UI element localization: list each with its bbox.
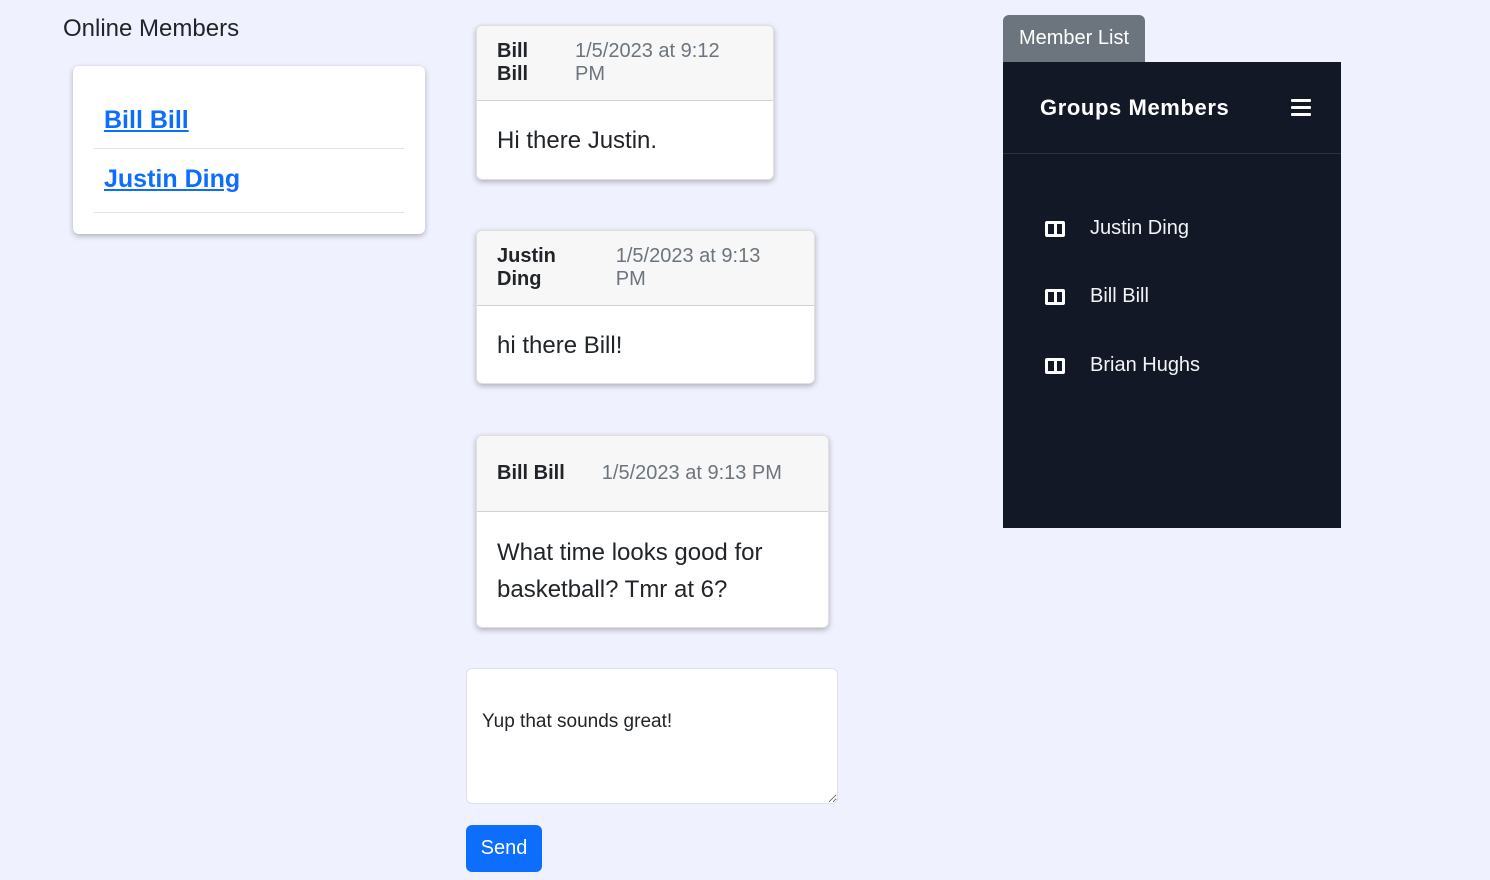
message-input[interactable]: Yup that sounds great! (466, 668, 838, 804)
message-text: What time looks good for basketball? Tmr… (497, 539, 763, 603)
message-author: Bill Bill (497, 40, 529, 85)
message-author: Justin Ding (497, 245, 556, 290)
message-header: Bill Bill 1/5/2023 at 9:12 PM (477, 26, 773, 101)
groups-members-header: Groups Members (1003, 62, 1341, 154)
send-button[interactable]: Send (466, 825, 542, 872)
message-text: Hi there Justin. (497, 127, 658, 154)
message-author: Bill Bill (497, 462, 565, 484)
message-card: Justin Ding 1/5/2023 at 9:13 PM hi there… (476, 230, 815, 384)
message-timestamp: 1/5/2023 at 9:13 PM (615, 245, 761, 290)
message-timestamp: 1/5/2023 at 9:12 PM (575, 40, 720, 85)
groups-members-panel: Groups Members Justin Ding Bill Bill Bri… (1003, 62, 1341, 528)
columns-icon (1045, 357, 1065, 374)
online-member-link-justin-ding[interactable]: Justin Ding (94, 149, 404, 213)
message-timestamp: 1/5/2023 at 9:13 PM (601, 462, 782, 484)
online-members-card: Bill Bill Justin Ding (73, 66, 425, 234)
sidebar-member-label: Bill Bill (1090, 285, 1149, 307)
sidebar-member-brian-hughs[interactable]: Brian Hughs (1045, 354, 1200, 377)
hamburger-menu-icon[interactable] (1291, 98, 1311, 117)
online-member-link-bill-bill[interactable]: Bill Bill (94, 86, 404, 149)
message-card: Bill Bill 1/5/2023 at 9:12 PM Hi there J… (476, 25, 774, 180)
sidebar-member-justin-ding[interactable]: Justin Ding (1045, 217, 1189, 240)
message-header: Bill Bill 1/5/2023 at 9:13 PM (477, 436, 828, 512)
sidebar-member-label: Justin Ding (1090, 217, 1189, 239)
member-list-toggle-button[interactable]: Member List (1003, 15, 1145, 62)
groups-members-title: Groups Members (1040, 94, 1230, 120)
sidebar-member-label: Brian Hughs (1090, 354, 1201, 376)
message-header: Justin Ding 1/5/2023 at 9:13 PM (477, 231, 814, 306)
columns-icon (1045, 220, 1065, 237)
message-text: hi there Bill! (497, 332, 623, 359)
columns-icon (1045, 288, 1065, 305)
online-members-title: Online Members (63, 15, 240, 42)
sidebar-member-bill-bill[interactable]: Bill Bill (1045, 285, 1149, 308)
message-card: Bill Bill 1/5/2023 at 9:13 PM What time … (476, 435, 829, 628)
